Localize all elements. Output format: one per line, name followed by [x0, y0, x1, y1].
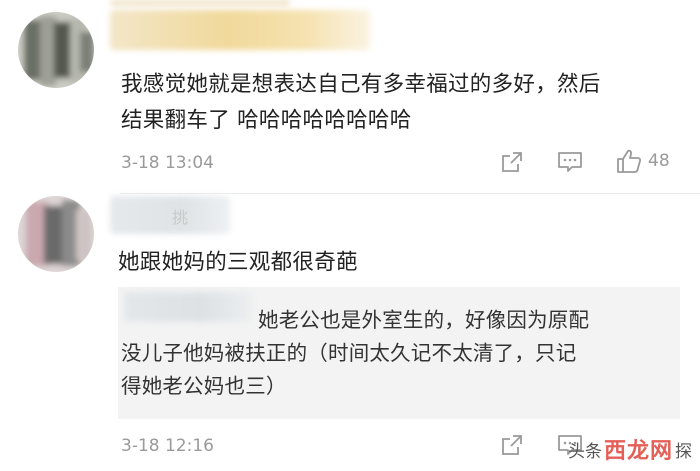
share-icon: [502, 152, 522, 172]
watermark-prefix: 头条: [567, 441, 602, 462]
avatar[interactable]: [18, 196, 94, 272]
share-button[interactable]: [500, 150, 524, 174]
comment-text: 她跟她妈的三观都很奇葩: [118, 245, 358, 281]
username-blurred-edge: [110, 0, 290, 6]
comment-line: 我感觉她就是想表达自己有多幸福过的多好，然后: [121, 72, 601, 97]
like-button[interactable]: 48: [616, 148, 670, 174]
comment-timestamp: 3-18 13:04: [121, 153, 214, 173]
quoted-text-line: 没儿子他妈被扶正的（时间太久记不太清了，只记: [121, 341, 577, 365]
watermark-logo: 西龙网: [603, 439, 673, 464]
quoted-text-line: 她老公也是外室生的，好像因为原配: [258, 308, 590, 332]
avatar-image: [18, 12, 94, 88]
watermark-suffix: 探: [675, 441, 692, 462]
watermark: 头条 西龙网 探: [568, 433, 692, 465]
username-blurred[interactable]: [110, 196, 230, 234]
reply-icon: [558, 152, 582, 172]
comment-line: 她跟她妈的三观都很奇葩: [118, 250, 358, 275]
username-fragment: 挑: [172, 208, 189, 227]
like-icon: [617, 149, 642, 173]
avatar[interactable]: [18, 12, 94, 88]
quoted-text-line: 得她老公妈也三）: [121, 374, 287, 398]
divider: [120, 193, 700, 194]
share-button[interactable]: [500, 433, 524, 457]
comment-feed: 我感觉她就是想表达自己有多幸福过的多好，然后 结果翻车了 哈哈哈哈哈哈哈哈 3-…: [0, 0, 700, 471]
share-icon: [502, 435, 522, 455]
comment-timestamp: 3-18 12:16: [121, 436, 214, 456]
avatar-image: [18, 196, 94, 272]
comment-line: 结果翻车了 哈哈哈哈哈哈哈哈: [121, 108, 412, 133]
username-blurred[interactable]: [110, 10, 370, 50]
comment-text: 我感觉她就是想表达自己有多幸福过的多好，然后 结果翻车了 哈哈哈哈哈哈哈哈: [121, 67, 601, 139]
quoted-username-blurred: [124, 292, 252, 322]
reply-button[interactable]: [557, 150, 583, 174]
like-count: 48: [648, 151, 670, 171]
